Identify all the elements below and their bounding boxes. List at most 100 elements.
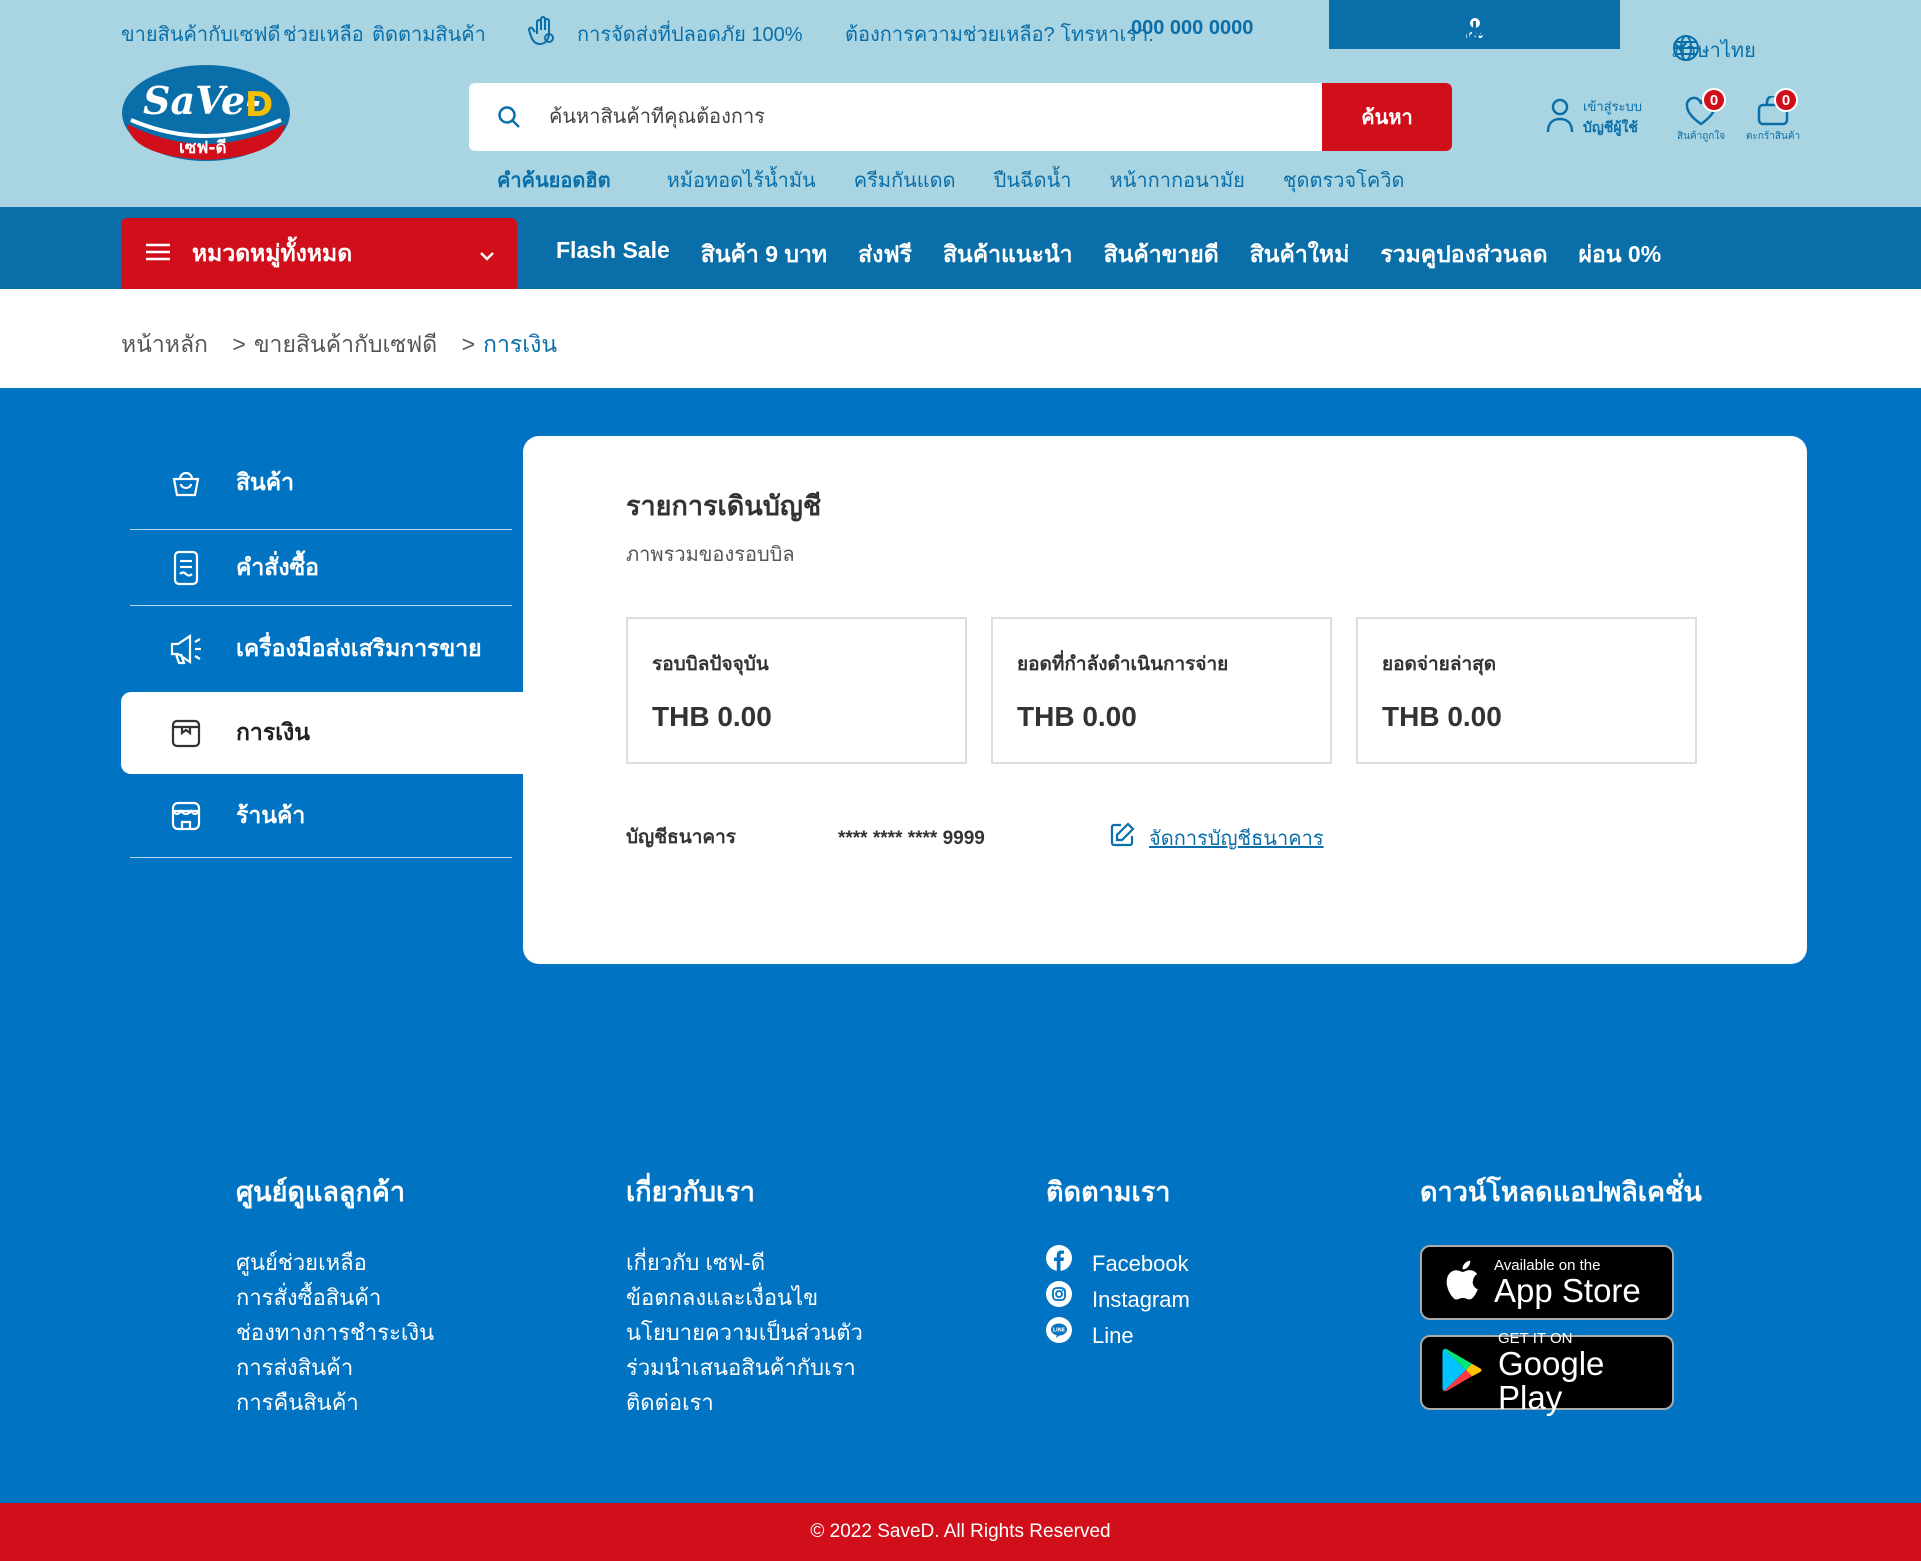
footer-follow: ติดตามเรา Facebook Instagram LINE Line — [1046, 1170, 1190, 1353]
footer-about: เกี่ยวกับเรา เกี่ยวกับ เซฟ-ดี ข้อตกลงและ… — [626, 1170, 863, 1420]
breadcrumb-current: การเงิน — [483, 331, 558, 357]
nav-link-installment[interactable]: ผ่อน 0% — [1579, 237, 1662, 273]
copyright-bar: © 2022 SaveD. All Rights Reserved — [0, 1503, 1921, 1561]
breadcrumb-separator: > — [461, 331, 476, 357]
account-user-icon — [1545, 97, 1575, 138]
login-register-box: ลงชื่อเข้าใช้ I สมัครสมาชิก — [1329, 0, 1620, 49]
wishlist-label: สินค้าถูกใจ — [1677, 131, 1726, 142]
apple-icon — [1440, 1257, 1480, 1308]
card-value: THB 0.00 — [1017, 701, 1137, 732]
billing-card-latest: ยอดจ่ายล่าสุด THB 0.00 — [1356, 617, 1697, 764]
page-title: รายการเดินบัญชี — [626, 491, 822, 521]
sidebar-item-products[interactable]: สินค้า — [121, 436, 523, 530]
footer-link[interactable]: นโยบายความเป็นส่วนตัว — [626, 1315, 863, 1350]
chevron-down-icon — [1672, 34, 1688, 57]
header: ขายสินค้ากับเซฟดี ช่วยเหลือ ติดตามสินค้า… — [0, 0, 1921, 207]
card-label: ยอดที่กำลังดำเนินการจ่าย — [1017, 654, 1229, 675]
social-label: Instagram — [1092, 1286, 1190, 1312]
saved-logo[interactable]: SaVe- D เซฟ-ดี — [121, 64, 291, 162]
nav-link-flash-sale[interactable]: Flash Sale — [556, 237, 670, 273]
hot-keywords: คำค้นยอดฮิต หม้อทอดไร้น้ำมัน ครีมกันแดด … — [497, 164, 1405, 196]
edit-icon — [1109, 822, 1135, 854]
svg-text:SaVe-: SaVe- — [143, 78, 261, 123]
sidebar-item-label: สินค้า — [236, 469, 295, 495]
card-label: รอบบิลปัจจุบัน — [652, 654, 769, 675]
social-instagram[interactable]: Instagram — [1046, 1281, 1190, 1317]
wishlist-button[interactable]: 0 สินค้าถูกใจ — [1677, 88, 1727, 144]
billing-card-processing: ยอดที่กำลังดำเนินการจ่าย THB 0.00 — [991, 617, 1332, 764]
all-categories-label: หมวดหมู่ทั้งหมด — [192, 239, 353, 266]
hot-keyword[interactable]: ครีมกันแดด — [854, 164, 956, 196]
breadcrumb-sell[interactable]: ขายสินค้ากับเซฟดี — [254, 331, 437, 357]
breadcrumb-home[interactable]: หน้าหลัก — [121, 331, 208, 357]
sidebar-item-finance[interactable]: การเงิน — [121, 692, 523, 774]
bank-account-number: **** **** **** 9999 — [838, 828, 985, 849]
nav-links: Flash Sale สินค้า 9 บาท ส่งฟรี สินค้าแนะ… — [556, 237, 1661, 273]
search-input[interactable] — [549, 105, 1322, 129]
google-play-big: Google Play — [1498, 1345, 1605, 1416]
footer-link[interactable]: การส่งสินค้า — [236, 1350, 434, 1385]
hot-keyword[interactable]: ปืนฉีดน้ำ — [994, 164, 1072, 196]
card-label: ยอดจ่ายล่าสุด — [1382, 654, 1497, 675]
wishlist-count-badge: 0 — [1702, 88, 1727, 112]
bank-account-label: บัญชีธนาคาร — [626, 827, 736, 848]
all-categories-button[interactable]: หมวดหมู่ทั้งหมด — [121, 218, 517, 289]
search-bar: ค้นหา — [469, 83, 1452, 151]
nav-link-best-sellers[interactable]: สินค้าขายดี — [1104, 237, 1219, 273]
svg-text:LINE: LINE — [1053, 1328, 1065, 1334]
store-icon — [166, 799, 206, 833]
app-store-badge[interactable]: Available on the App Store — [1420, 1245, 1674, 1320]
footer-link[interactable]: การคืนสินค้า — [236, 1385, 434, 1420]
sidebar-item-orders[interactable]: คำสั่งซื้อ — [121, 530, 523, 606]
search-icon — [469, 105, 549, 129]
hot-keyword[interactable]: ชุดตรวจโควิด — [1283, 164, 1405, 196]
footer-link[interactable]: การสั่งซื้อสินค้า — [236, 1280, 434, 1315]
footer-link[interactable]: ช่องทางการชำระเงิน — [236, 1315, 434, 1350]
nav-link-free-shipping[interactable]: ส่งฟรี — [858, 237, 912, 273]
account-login[interactable]: เข้าสู่ระบบ บัญชีผู้ใช้ — [1545, 96, 1642, 139]
manage-bank-label: จัดการบัญชีธนาคาร — [1149, 828, 1324, 850]
social-facebook[interactable]: Facebook — [1046, 1245, 1190, 1281]
footer-customer-care: ศูนย์ดูแลลูกค้า ศูนย์ช่วยเหลือ การสั่งซื… — [236, 1170, 434, 1420]
app-store-big: App Store — [1494, 1272, 1641, 1309]
hamburger-menu-icon — [146, 240, 170, 267]
hot-keyword[interactable]: หม้อทอดไร้น้ำมัน — [667, 164, 816, 196]
footer-link[interactable]: เกี่ยวกับ เซฟ-ดี — [626, 1245, 863, 1280]
help-link[interactable]: ช่วยเหลือ — [283, 18, 364, 50]
nav-link-coupons[interactable]: รวมคูปองส่วนลด — [1380, 237, 1547, 273]
footer-app-download: ดาวน์โหลดแอปพลิเคชั่น Available on the A… — [1420, 1170, 1702, 1425]
footer-link[interactable]: ร่วมนำเสนอสินค้ากับเรา — [626, 1350, 863, 1385]
sidebar-item-store[interactable]: ร้านค้า — [121, 774, 523, 858]
facebook-icon — [1046, 1245, 1072, 1281]
phone-number[interactable]: 000 000 0000 — [1131, 17, 1253, 40]
sidebar-item-label: คำสั่งซื้อ — [236, 554, 319, 580]
manage-bank-link[interactable]: จัดการบัญชีธนาคาร — [1109, 822, 1324, 854]
google-play-badge[interactable]: GET IT ON Google Play — [1420, 1330, 1674, 1415]
social-line[interactable]: LINE Line — [1046, 1317, 1190, 1353]
svg-text:เซฟ-ดี: เซฟ-ดี — [179, 137, 226, 158]
cart-label: ตะกร้าสินค้า — [1746, 131, 1801, 142]
nav-link-recommended[interactable]: สินค้าแนะนำ — [943, 237, 1073, 273]
breadcrumb: หน้าหลัก > ขายสินค้ากับเซฟดี > การเงิน — [121, 327, 557, 363]
sidebar-item-label: เครื่องมือส่งเสริมการขาย — [236, 635, 482, 661]
nav-link-new-products[interactable]: สินค้าใหม่ — [1250, 237, 1350, 273]
footer-heading: ติดตามเรา — [1046, 1177, 1171, 1207]
nav-link-9-baht[interactable]: สินค้า 9 บาท — [701, 237, 827, 273]
copyright-text: © 2022 SaveD. All Rights Reserved — [810, 1521, 1111, 1542]
hot-keyword[interactable]: หน้ากากอนามัย — [1110, 164, 1245, 196]
footer-link[interactable]: ข้อตกลงและเงื่อนไข — [626, 1280, 863, 1315]
main-nav: หมวดหมู่ทั้งหมด Flash Sale สินค้า 9 บาท … — [0, 207, 1921, 289]
cart-button[interactable]: 0 ตะกร้าสินค้า — [1746, 88, 1801, 144]
heart-icon: 0 — [1684, 88, 1727, 129]
search-button[interactable]: ค้นหา — [1322, 83, 1452, 151]
instagram-icon — [1046, 1281, 1072, 1317]
footer-link[interactable]: ติดต่อเรา — [626, 1385, 863, 1420]
sidebar-item-marketing[interactable]: เครื่องมือส่งเสริมการขาย — [121, 606, 523, 692]
finance-panel: รายการเดินบัญชี ภาพรวมของรอบบิล รอบบิลปั… — [523, 436, 1807, 964]
need-help-text: ต้องการความช่วยเหลือ? โทรหาเรา: — [845, 24, 1154, 46]
sell-with-us-link[interactable]: ขายสินค้ากับเซฟดี — [121, 18, 280, 50]
track-order-link[interactable]: ติดตามสินค้า — [372, 18, 486, 50]
register-link[interactable]: สมัครสมาชิก — [1419, 18, 1531, 50]
footer-link[interactable]: ศูนย์ช่วยเหลือ — [236, 1245, 434, 1280]
cart-bag-icon: 0 — [1756, 88, 1799, 129]
